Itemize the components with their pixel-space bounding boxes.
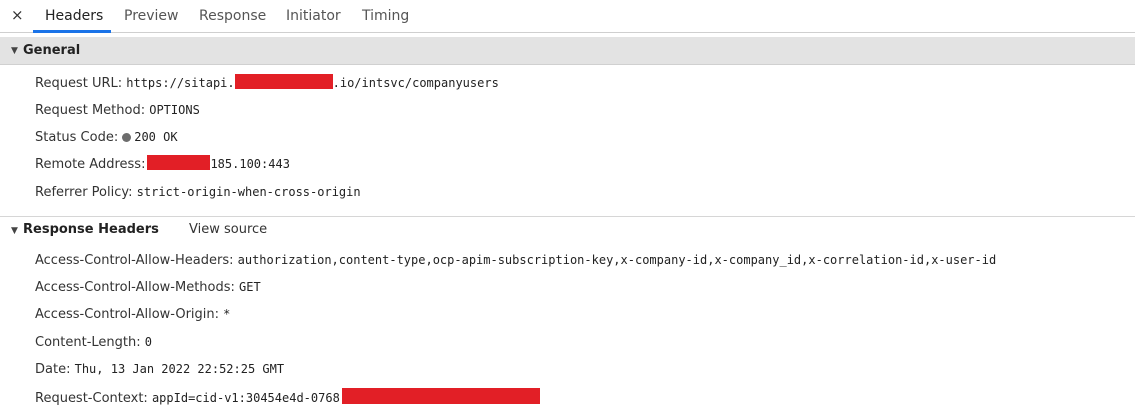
remote-address-value-suffix: 185.100:443 xyxy=(210,157,290,171)
status-code-key: Status Code: xyxy=(35,130,119,145)
request-url-row: Request URL: https://sitapi. .io/intsvc/c… xyxy=(35,74,499,92)
tab-timing[interactable]: Timing xyxy=(362,8,409,24)
referrer-policy-key: Referrer Policy: xyxy=(35,185,133,200)
header-key: Request-Context: xyxy=(35,391,148,406)
request-url-value-prefix: https://sitapi. xyxy=(126,76,235,90)
redaction-block xyxy=(341,388,540,404)
referrer-policy-value: strict-origin-when-cross-origin xyxy=(136,185,361,199)
general-section-header[interactable]: ▼ General xyxy=(0,37,1135,65)
header-key: Content-Length: xyxy=(35,335,141,350)
tab-preview[interactable]: Preview xyxy=(124,8,179,24)
referrer-policy-row: Referrer Policy: strict-origin-when-cros… xyxy=(35,183,361,201)
response-header-row: Access-Control-Allow-Methods: GET xyxy=(35,278,261,296)
tab-initiator[interactable]: Initiator xyxy=(286,8,341,24)
header-key: Access-Control-Allow-Methods: xyxy=(35,280,235,295)
status-dot-icon xyxy=(122,133,132,142)
response-header-row: Date: Thu, 13 Jan 2022 22:52:25 GMT xyxy=(35,360,284,378)
response-headers-title: Response Headers xyxy=(23,222,159,237)
request-url-key: Request URL: xyxy=(35,76,123,91)
redaction-block xyxy=(234,74,333,89)
header-key: Date: xyxy=(35,362,71,377)
redaction-block xyxy=(147,155,211,170)
status-code-value: 200 OK xyxy=(134,130,178,144)
remote-address-row: Remote Address: 185.100:443 xyxy=(35,155,290,173)
request-method-key: Request Method: xyxy=(35,103,146,118)
status-code-row: Status Code: 200 OK xyxy=(35,128,178,146)
request-url-value-suffix: .io/intsvc/companyusers xyxy=(332,76,499,90)
active-tab-indicator xyxy=(33,30,111,33)
general-section-title: General xyxy=(23,43,81,58)
view-source-link[interactable]: View source xyxy=(189,222,267,238)
response-header-row: Access-Control-Allow-Headers: authorizat… xyxy=(35,251,996,269)
header-value: 0 xyxy=(144,335,152,349)
header-value: appId=cid-v1:30454e4d-0768 xyxy=(151,391,340,405)
request-method-value: OPTIONS xyxy=(149,103,200,117)
header-value: GET xyxy=(239,280,261,294)
tab-response[interactable]: Response xyxy=(199,8,266,24)
triangle-down-icon[interactable]: ▼ xyxy=(11,46,18,56)
header-value: authorization,content-type,ocp-apim-subs… xyxy=(237,253,997,267)
response-header-row: Access-Control-Allow-Origin: * xyxy=(35,305,230,323)
devtools-tab-bar: × Headers Preview Response Initiator Tim… xyxy=(0,0,1135,33)
request-method-row: Request Method: OPTIONS xyxy=(35,101,200,119)
header-key: Access-Control-Allow-Origin: xyxy=(35,307,220,322)
response-header-row: Content-Length: 0 xyxy=(35,333,152,351)
tab-headers[interactable]: Headers xyxy=(45,8,103,24)
response-header-row: Request-Context: appId=cid-v1:30454e4d-0… xyxy=(35,388,540,406)
response-headers-section-header[interactable]: ▼ Response Headers View source xyxy=(0,216,1135,244)
header-value: Thu, 13 Jan 2022 22:52:25 GMT xyxy=(74,362,285,376)
header-key: Access-Control-Allow-Headers: xyxy=(35,253,234,268)
triangle-down-icon[interactable]: ▼ xyxy=(11,226,18,236)
close-icon[interactable]: × xyxy=(11,7,24,23)
header-value: * xyxy=(223,307,231,321)
remote-address-key: Remote Address: xyxy=(35,157,146,172)
